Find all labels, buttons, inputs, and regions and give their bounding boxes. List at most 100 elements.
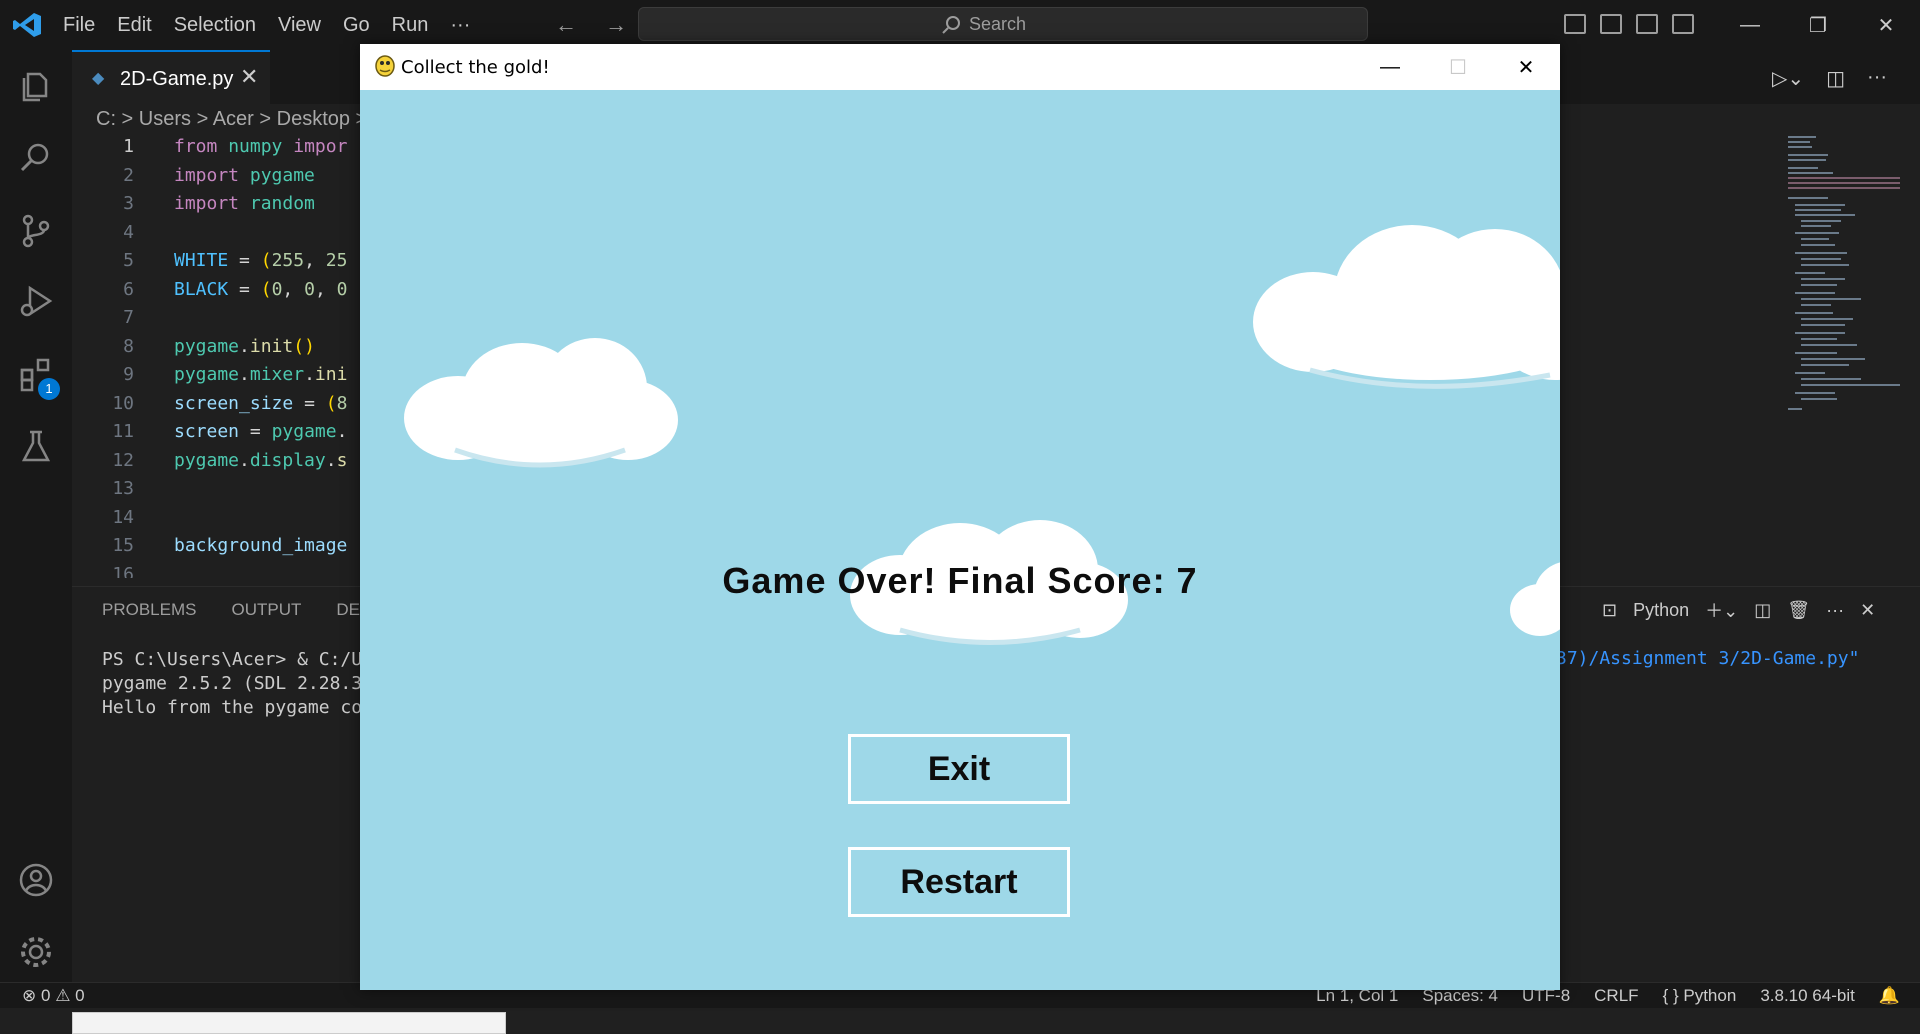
title-bar: File Edit Selection View Go Run ··· ← → … [0,0,1920,50]
code-line: 16 [112,563,134,578]
close-window-icon[interactable]: ✕ [1852,0,1920,50]
code-line: 7 [123,307,134,328]
tab-close-icon[interactable]: ✕ [240,64,258,90]
activity-bar: 1 [0,50,73,982]
split-terminal-icon[interactable]: ◫ [1754,600,1771,621]
error-icon: ⊗ [22,986,37,1005]
testing-flask-icon[interactable] [18,428,54,464]
search-placeholder: Search [969,14,1027,34]
search-sidebar-icon[interactable] [18,140,54,176]
game-window-controls: — ☐ ✕ [1356,44,1560,90]
source-control-icon[interactable] [18,212,54,248]
tab-label: 2D-Game.py [120,68,234,90]
search-input[interactable]: Search [638,7,1368,41]
final-score-text: Game Over! Final Score: 7 [722,560,1198,601]
code-line: 6 BLACK = (0, 0, 0 [123,278,348,300]
explorer-icon[interactable] [18,68,54,104]
code-line: 8 pygame.init() [123,335,315,357]
search-icon [942,16,960,34]
menu-run[interactable]: Run [381,14,440,37]
terminal-line: PS C:\Users\Acer> & C:/U [102,649,363,670]
minimap[interactable] [1785,132,1900,422]
minimize-icon[interactable]: — [1716,0,1784,50]
game-minimize-icon[interactable]: — [1356,44,1424,90]
account-icon[interactable] [18,862,54,898]
new-terminal-icon[interactable]: ＋⌄ [1705,597,1738,623]
run-debug-icon[interactable] [18,284,54,320]
layout-controls [1564,14,1694,34]
shell-label[interactable]: Python [1633,600,1689,621]
taskbar-search-field[interactable] [72,1012,506,1034]
game-close-icon[interactable]: ✕ [1492,44,1560,90]
code-line: 10 screen_size = (8 [112,392,348,414]
toggle-panel-icon[interactable] [1600,14,1622,34]
settings-gear-icon[interactable] [18,934,54,970]
code-line: 13 [112,478,134,499]
python-interpreter[interactable]: 3.8.10 64-bit [1760,986,1855,1006]
breadcrumb[interactable]: C: > Users > Acer > Desktop > [96,108,367,131]
terminal-output[interactable]: PS C:\Users\Acer> & C:/U pygame 2.5.2 (SD… [102,648,362,720]
close-panel-icon[interactable]: ✕ [1860,600,1875,621]
python-file-icon: ◆ [92,70,105,87]
extensions-badge: 1 [38,378,60,400]
exit-button[interactable]: Exit [848,734,1070,804]
menu-more[interactable]: ··· [439,14,481,37]
error-count: 0 [40,986,51,1005]
code-line: 1 from numpy impor [123,136,348,157]
warning-icon: ⚠ [55,986,71,1005]
menu-view[interactable]: View [267,14,332,37]
run-file-icon[interactable]: ▷⌄ [1772,66,1804,91]
toggle-sidebar-icon[interactable] [1564,14,1586,34]
split-editor-icon[interactable]: ◫ [1826,66,1845,91]
customize-layout-icon[interactable] [1672,14,1694,34]
code-line: 2 import pygame [123,164,315,186]
toggle-secondary-sidebar-icon[interactable] [1636,14,1658,34]
tab-problems[interactable]: PROBLEMS [102,600,196,620]
menu-go[interactable]: Go [332,14,381,37]
game-window-title: Collect the gold! [401,57,550,78]
language-label: Python [1683,986,1737,1005]
problems-status[interactable]: ⊗ 0 ⚠ 0 [22,986,85,1006]
game-window-titlebar[interactable]: Collect the gold! — ☐ ✕ [360,44,1560,90]
terminal-icon: ⊡ [1602,599,1618,620]
code-line: 4 [123,221,134,243]
panel-actions: ⊡ Python ＋⌄ ◫ 🗑 ··· ✕ [1602,597,1875,623]
cloud-sprite [404,338,678,468]
warning-count: 0 [75,986,85,1005]
restart-button[interactable]: Restart [848,847,1070,917]
menu-edit[interactable]: Edit [106,14,162,37]
code-line: 15 background_image [112,535,348,556]
nav-arrows: ← → [555,12,649,38]
notifications-bell-icon[interactable]: 🔔 [1879,986,1900,1006]
terminal-line: Hello from the pygame co [102,697,363,718]
more-actions-icon[interactable]: ··· [1867,66,1887,91]
menu-bar: File Edit Selection View Go Run ··· [52,0,481,50]
tab-output[interactable]: OUTPUT [231,600,301,620]
code-line: 14 [112,506,134,528]
cloud-sprite [1253,225,1560,389]
kill-terminal-icon[interactable]: 🗑 [1787,600,1810,621]
panel-tabs: PROBLEMS OUTPUT DEBU [102,600,384,620]
window-controls: — ❐ ✕ [1716,0,1920,50]
forward-arrow-icon[interactable]: → [605,12,627,37]
code-line: 9 pygame.mixer.ini [123,364,348,385]
vscode-logo-icon[interactable] [12,12,42,38]
tab-2d-game-py[interactable]: ◆ 2D-Game.py ✕ [72,50,270,104]
code-line: 5 WHITE = (255, 25 [123,250,348,271]
restore-icon[interactable]: ❐ [1784,0,1852,50]
language-mode[interactable]: { } Python [1663,986,1737,1006]
terminal-line: pygame 2.5.2 (SDL 2.28.3 [102,673,363,694]
game-canvas[interactable]: Game Over! Final Score: 7 Exit Restart [360,90,1560,990]
terminal-line-tail: 37)/Assignment 3/2D-Game.py" [1556,648,1860,669]
code-line: 3 import random [123,193,315,214]
code-line: 11 screen = pygame. [112,421,348,442]
pygame-snake-icon [375,55,395,77]
editor-actions: ▷⌄ ◫ ··· [1772,66,1887,91]
code-line: 12 pygame.display.s [112,449,348,471]
back-arrow-icon[interactable]: ← [555,12,577,37]
game-window: Collect the gold! — ☐ ✕ Game Over! Final… [360,44,1560,990]
panel-more-icon[interactable]: ··· [1826,600,1844,621]
line-ending[interactable]: CRLF [1594,986,1638,1006]
menu-selection[interactable]: Selection [163,14,267,37]
menu-file[interactable]: File [52,14,106,37]
